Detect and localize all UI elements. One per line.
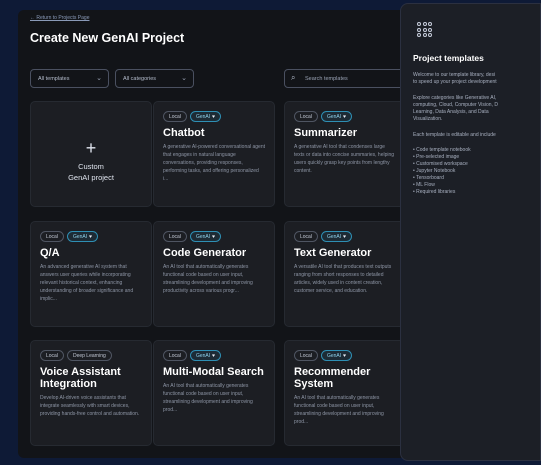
badge-genai: GenAI ♥	[320, 350, 353, 361]
badge-deep-learning: Deep Learning	[66, 350, 112, 361]
chevron-down-icon: ⌄	[181, 75, 187, 82]
card-description: Develop AI-driven voice assistants that …	[40, 395, 140, 417]
template-card-chatbot[interactable]: Local GenAI ♥ Chatbot A generative AI-pow…	[153, 101, 275, 207]
heart-icon: ♥	[343, 234, 347, 240]
list-item: Code template notebook	[413, 147, 528, 154]
list-item: Required libraries	[413, 189, 528, 196]
custom-genai-project-card[interactable]: + Custom GenAI project	[30, 101, 152, 207]
plus-icon: +	[85, 138, 97, 158]
template-card-recommender-system[interactable]: Local GenAI ♥ Recommender System An AI to…	[284, 340, 406, 446]
template-card-summarizer[interactable]: Local GenAI ♥ Summarizer A generative AI …	[284, 101, 406, 207]
templates-filter-value: All templates	[38, 76, 70, 82]
panel-title: Project templates	[413, 53, 484, 63]
card-title: Summarizer	[294, 127, 357, 139]
template-card-voice-assistant[interactable]: Local Deep Learning Voice Assistant Inte…	[30, 340, 152, 446]
template-card-multi-modal-search[interactable]: Local GenAI ♥ Multi-Modal Search An AI to…	[153, 340, 275, 446]
card-description: An AI tool that automatically generates …	[163, 264, 253, 294]
template-card-qa[interactable]: Local GenAI ♥ Q/A An advanced generative …	[30, 221, 152, 327]
heart-icon: ♥	[89, 234, 93, 240]
chevron-down-icon: ⌄	[96, 75, 102, 82]
badge-local: Local	[294, 231, 318, 242]
card-title: Voice Assistant Integration	[40, 366, 121, 390]
badge-local: Local	[163, 350, 187, 361]
return-to-projects-link[interactable]: ← Return to Projects Page	[30, 15, 89, 21]
list-item: Customised workspace	[413, 161, 528, 168]
heart-icon: ♥	[212, 234, 216, 240]
heart-icon: ♥	[212, 114, 216, 120]
panel-intro: Welcome to our template library, desi to…	[413, 72, 497, 85]
panel-categories: Explore categories like Generative AI, c…	[413, 95, 498, 122]
categories-filter-value: All categories	[123, 76, 157, 82]
custom-card-line1: Custom	[78, 162, 104, 171]
template-card-text-generator[interactable]: Local GenAI ♥ Text Generator A versatile …	[284, 221, 406, 327]
card-title: Text Generator	[294, 247, 372, 259]
project-templates-panel: Project templates Welcome to our templat…	[400, 3, 541, 461]
list-item: ML Flow	[413, 182, 528, 189]
templates-grid-icon	[417, 22, 528, 37]
card-description: An AI tool that automatically generates …	[163, 383, 253, 413]
badge-genai: GenAI ♥	[66, 231, 99, 242]
card-description: An AI tool that automatically generates …	[294, 395, 384, 425]
badge-local: Local	[163, 231, 187, 242]
badge-local: Local	[163, 111, 187, 122]
search-placeholder: Search templates	[305, 76, 348, 82]
card-title: Q/A	[40, 247, 60, 259]
card-description: A generative AI tool that condenses larg…	[294, 144, 395, 174]
search-icon: ⌕	[291, 73, 296, 82]
panel-feature-list: Code template notebook Pre-selected imag…	[413, 147, 528, 196]
badge-local: Local	[40, 350, 64, 361]
card-description: A generative AI-powered conversational a…	[163, 144, 266, 182]
categories-filter-select[interactable]: All categories ⌄	[115, 69, 194, 88]
badge-genai: GenAI ♥	[189, 111, 222, 122]
card-title: Recommender System	[294, 366, 371, 390]
template-card-code-generator[interactable]: Local GenAI ♥ Code Generator An AI tool t…	[153, 221, 275, 327]
badge-genai: GenAI ♥	[320, 231, 353, 242]
badge-genai: GenAI ♥	[189, 350, 222, 361]
list-item: Pre-selected image	[413, 154, 528, 161]
page-title: Create New GenAI Project	[30, 31, 185, 45]
panel-includes: Each template is editable and include	[413, 132, 496, 138]
heart-icon: ♥	[343, 353, 347, 359]
templates-filter-select[interactable]: All templates ⌄	[30, 69, 109, 88]
card-description: An advanced generative AI system that an…	[40, 264, 134, 302]
list-item: Tensorboard	[413, 175, 528, 182]
list-item: Jupyter Notebook	[413, 168, 528, 175]
badge-genai: GenAI ♥	[189, 231, 222, 242]
badge-local: Local	[294, 350, 318, 361]
heart-icon: ♥	[212, 353, 216, 359]
badge-genai: GenAI ♥	[320, 111, 353, 122]
custom-card-line2: GenAI project	[68, 173, 114, 182]
card-title: Chatbot	[163, 127, 205, 139]
card-description: A versatile AI tool that produces text o…	[294, 264, 392, 294]
badge-local: Local	[294, 111, 318, 122]
heart-icon: ♥	[343, 114, 347, 120]
card-title: Code Generator	[163, 247, 247, 259]
card-title: Multi-Modal Search	[163, 366, 264, 378]
search-input[interactable]: ⌕ Search templates	[284, 69, 411, 88]
badge-local: Local	[40, 231, 64, 242]
